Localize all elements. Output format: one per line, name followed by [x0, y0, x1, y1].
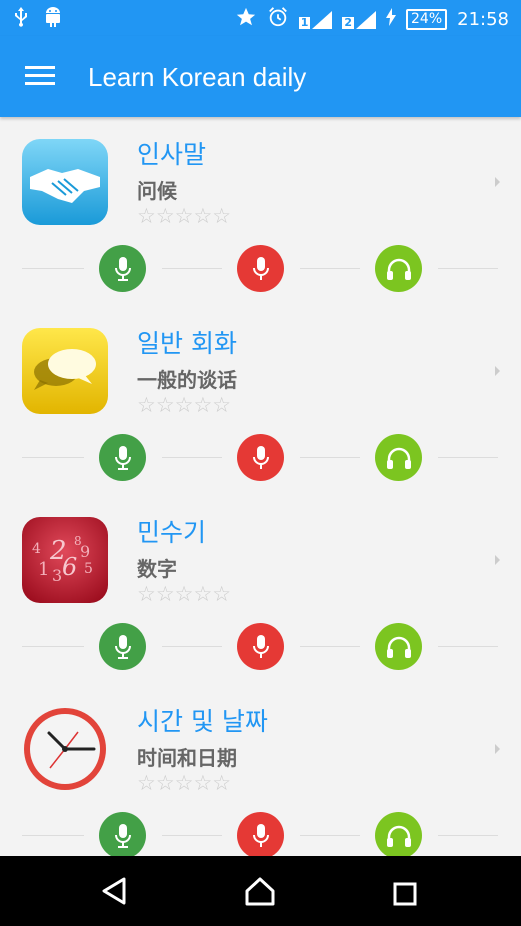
speak-button[interactable]	[237, 434, 284, 481]
listen-button[interactable]	[375, 623, 422, 670]
divider	[438, 268, 498, 269]
speak-button[interactable]	[237, 623, 284, 670]
chat-bubbles-icon	[22, 328, 108, 414]
rating-stars: ☆☆☆☆☆	[137, 582, 232, 606]
alarm-icon	[267, 6, 289, 33]
microphone-icon	[252, 256, 269, 280]
microphone-icon	[114, 634, 131, 659]
listen-button[interactable]	[375, 434, 422, 481]
status-right: 1 2 24% 21:58	[235, 6, 509, 33]
android-icon	[44, 7, 62, 32]
recents-icon[interactable]	[393, 882, 417, 910]
list-item[interactable]: 일반 회화 一般的谈话 ☆☆☆☆☆	[0, 306, 521, 495]
divider	[300, 646, 360, 647]
sim2-badge: 2	[342, 15, 354, 29]
lesson-title-chinese: 一般的谈话	[137, 368, 237, 392]
lesson-title-chinese: 数字	[137, 557, 177, 581]
rating-stars: ☆☆☆☆☆	[137, 204, 232, 228]
lesson-title-korean: 일반 회화	[137, 329, 237, 358]
divider	[162, 646, 222, 647]
svg-text:5: 5	[84, 561, 93, 577]
numbers-icon: 2 6 1 3 9 5 4 8	[22, 517, 108, 603]
home-icon[interactable]	[244, 876, 276, 910]
sim1-badge: 1	[298, 15, 311, 29]
svg-text:8: 8	[74, 534, 82, 548]
back-icon[interactable]	[100, 876, 130, 910]
navigation-bar	[0, 856, 521, 926]
divider	[22, 646, 84, 647]
rating-stars: ☆☆☆☆☆	[137, 771, 232, 795]
sim1-signal: 1	[298, 10, 333, 29]
chevron-right-icon	[495, 555, 500, 565]
microphone-icon	[114, 256, 131, 281]
microphone-icon	[252, 823, 269, 847]
divider	[22, 268, 84, 269]
record-button[interactable]	[99, 623, 146, 670]
lesson-title-korean: 시간 및 날짜	[137, 707, 268, 736]
star-icon	[235, 6, 257, 33]
clock-time: 21:58	[457, 9, 509, 30]
svg-text:1: 1	[38, 559, 49, 580]
divider	[438, 646, 498, 647]
list-item[interactable]: 2 6 1 3 9 5 4 8 민수기 数字 ☆☆☆☆☆	[0, 495, 521, 684]
app-title: Learn Korean daily	[88, 62, 307, 92]
usb-icon	[14, 7, 28, 32]
record-button[interactable]	[99, 812, 146, 856]
list-item[interactable]: 시간 및 날짜 时间和日期 ☆☆☆☆☆	[0, 684, 521, 856]
listen-button[interactable]	[375, 812, 422, 856]
svg-text:3: 3	[52, 566, 62, 585]
divider	[162, 268, 222, 269]
headphones-icon	[386, 447, 411, 469]
microphone-icon	[252, 445, 269, 469]
lesson-title-korean: 인사말	[137, 140, 207, 169]
divider	[22, 457, 84, 458]
lesson-title-chinese: 时间和日期	[137, 746, 237, 770]
hamburger-icon[interactable]	[25, 66, 55, 86]
signal-icon	[356, 10, 376, 29]
chevron-right-icon	[495, 744, 500, 754]
divider	[300, 268, 360, 269]
chevron-right-icon	[495, 177, 500, 187]
speak-button[interactable]	[237, 812, 284, 856]
svg-text:4: 4	[32, 541, 41, 557]
status-left	[14, 7, 62, 32]
divider	[162, 835, 222, 836]
lesson-title-korean: 민수기	[137, 518, 207, 547]
lesson-list: 인사말 问候 ☆☆☆☆☆ 일반 회화 一般的谈话 ☆☆☆☆☆ 2 6 1 3 9…	[0, 117, 521, 856]
status-bar: 1 2 24% 21:58	[0, 0, 521, 36]
divider	[438, 457, 498, 458]
divider	[300, 457, 360, 458]
headphones-icon	[386, 825, 411, 847]
record-button[interactable]	[99, 245, 146, 292]
list-item[interactable]: 인사말 问候 ☆☆☆☆☆	[0, 117, 521, 306]
signal-icon	[312, 10, 333, 29]
chevron-right-icon	[495, 366, 500, 376]
rating-stars: ☆☆☆☆☆	[137, 393, 232, 417]
clock-icon	[22, 706, 108, 792]
headphones-icon	[386, 636, 411, 658]
divider	[300, 835, 360, 836]
lesson-title-chinese: 问候	[137, 179, 177, 203]
microphone-icon	[252, 634, 269, 658]
app-bar: Learn Korean daily	[0, 36, 521, 117]
divider	[438, 835, 498, 836]
sim2-signal: 2	[342, 10, 376, 29]
divider	[162, 457, 222, 458]
speak-button[interactable]	[237, 245, 284, 292]
battery-level: 24%	[406, 9, 448, 30]
microphone-icon	[114, 445, 131, 470]
microphone-icon	[114, 823, 131, 848]
handshake-icon	[22, 139, 108, 225]
charging-icon	[386, 8, 396, 31]
svg-text:6: 6	[62, 553, 77, 581]
divider	[22, 835, 84, 836]
listen-button[interactable]	[375, 245, 422, 292]
headphones-icon	[386, 258, 411, 280]
record-button[interactable]	[99, 434, 146, 481]
